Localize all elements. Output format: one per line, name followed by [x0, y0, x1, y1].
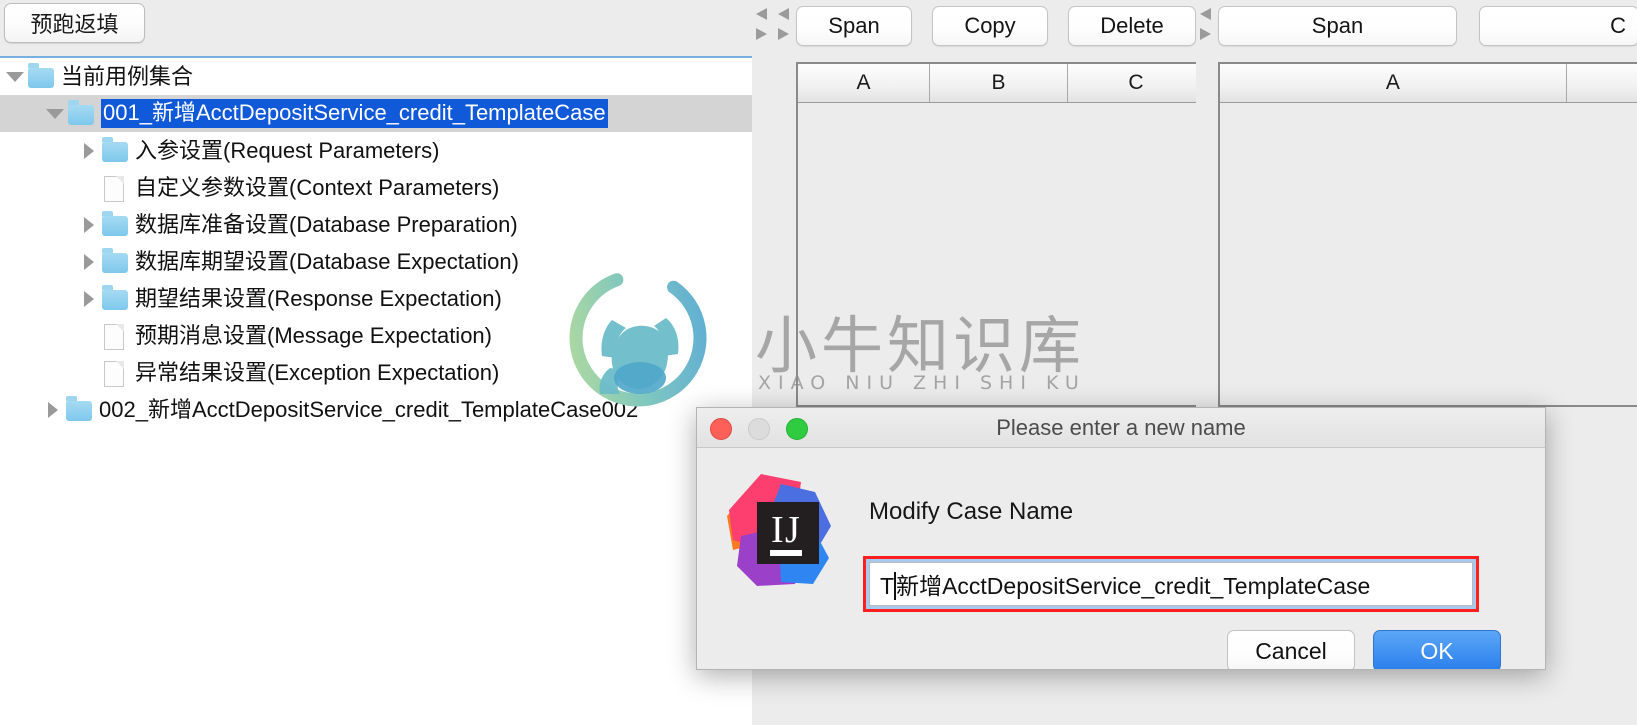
span-button-right[interactable]: Span [1218, 6, 1457, 46]
file-icon [100, 175, 130, 202]
chevron-right-icon[interactable] [78, 142, 100, 159]
chevron-right-icon[interactable] [42, 401, 64, 418]
ok-button[interactable]: OK [1373, 630, 1501, 669]
tree-item-label: 当前用例集合 [61, 63, 194, 89]
left-toolbar: 预跑返填 [0, 0, 752, 56]
dialog-title: Please enter a new name [996, 415, 1246, 440]
file-icon [100, 360, 130, 387]
app-window: 预跑返填 当前用例集合 001_新增AcctDepositService_cre… [0, 0, 1637, 725]
case-tree[interactable]: 当前用例集合 001_新增AcctDepositService_credit_T… [0, 56, 752, 725]
chevron-right-icon[interactable] [78, 253, 100, 270]
span-button[interactable]: Span [796, 6, 912, 46]
folder-icon [100, 210, 130, 238]
folder-icon [66, 99, 96, 127]
case-tree-panel: 预跑返填 当前用例集合 001_新增AcctDepositService_cre… [0, 0, 752, 725]
tree-row-case-001[interactable]: 001_新增AcctDepositService_credit_Template… [0, 95, 752, 132]
expand-middle-icon[interactable] [778, 28, 789, 40]
svg-text:J: J [785, 509, 800, 551]
tree-item-label: 自定义参数设置(Context Parameters) [135, 174, 500, 200]
input-text-before-caret: T [880, 573, 895, 599]
middle-grid-header: A B C [798, 64, 1204, 103]
copy-button[interactable]: Copy [932, 6, 1048, 46]
tree-item-label: 入参设置(Request Parameters) [135, 137, 440, 163]
case-name-input-text: T新增AcctDepositService_credit_TemplateCas… [880, 567, 1370, 601]
right-grid[interactable]: A [1218, 62, 1637, 407]
file-icon [100, 323, 130, 350]
prerun-refill-button[interactable]: 预跑返填 [4, 3, 145, 43]
tree-row-response-expectation[interactable]: 期望结果设置(Response Expectation) [0, 280, 752, 317]
delete-button[interactable]: Delete [1068, 6, 1196, 46]
tree-row-database-preparation[interactable]: 数据库准备设置(Database Preparation) [0, 206, 752, 243]
dialog-body: I J Modify Case Name T新增AcctDepositServi… [697, 448, 1545, 669]
column-header-b[interactable]: B [930, 64, 1068, 102]
tree-item-label: 001_新增AcctDepositService_credit_Template… [101, 99, 608, 128]
folder-icon [64, 395, 94, 423]
folder-icon [26, 62, 56, 90]
cancel-button[interactable]: Cancel [1227, 630, 1355, 669]
column-header-a[interactable]: A [798, 64, 930, 102]
folder-icon [100, 136, 130, 164]
chevron-right-icon[interactable] [78, 216, 100, 233]
right-panel-toolbar: Span C [1212, 0, 1637, 56]
rename-dialog: Please enter a new name I J Modify Case … [696, 407, 1546, 670]
svg-text:I: I [771, 509, 784, 551]
expand-right-icon[interactable] [1200, 28, 1211, 40]
splitter-left-arrows[interactable] [754, 6, 772, 50]
dialog-titlebar[interactable]: Please enter a new name [697, 408, 1545, 448]
tree-item-label: 异常结果设置(Exception Expectation) [135, 359, 500, 385]
copy-button-right[interactable]: C [1479, 6, 1637, 46]
folder-icon [100, 284, 130, 312]
expand-left-icon[interactable] [756, 28, 767, 40]
folder-icon [100, 247, 130, 275]
right-grid-body[interactable] [1220, 103, 1637, 405]
collapse-right-icon[interactable] [1200, 8, 1211, 20]
tree-row-case-002[interactable]: 002_新增AcctDepositService_credit_Template… [0, 391, 752, 428]
tree-item-label: 数据库期望设置(Database Expectation) [135, 248, 519, 274]
tree-item-label: 002_新增AcctDepositService_credit_Template… [99, 396, 639, 422]
tree-row-context-parameters[interactable]: 自定义参数设置(Context Parameters) [0, 169, 752, 206]
tree-item-label: 预期消息设置(Message Expectation) [135, 322, 492, 348]
middle-panel-toolbar: Span Copy Delete [790, 0, 1206, 56]
case-name-input[interactable]: T新增AcctDepositService_credit_TemplateCas… [866, 559, 1476, 609]
tree-item-label: 期望结果设置(Response Expectation) [135, 285, 502, 311]
chevron-right-icon[interactable] [78, 290, 100, 307]
column-header-c[interactable]: C [1068, 64, 1204, 102]
column-header-a[interactable]: A [1220, 64, 1567, 102]
input-text-after-caret: 新增AcctDepositService_credit_TemplateCase [896, 573, 1371, 599]
middle-grid-body[interactable] [798, 103, 1204, 405]
middle-grid[interactable]: A B C [796, 62, 1206, 407]
intellij-idea-icon: I J [727, 474, 831, 586]
tree-row-database-expectation[interactable]: 数据库期望设置(Database Expectation) [0, 243, 752, 280]
collapse-middle-icon[interactable] [778, 8, 789, 20]
tree-row-root[interactable]: 当前用例集合 [0, 58, 752, 95]
tree-row-message-expectation[interactable]: 预期消息设置(Message Expectation) [0, 317, 752, 354]
right-grid-header: A [1220, 64, 1637, 103]
collapse-left-icon[interactable] [756, 8, 767, 20]
tree-row-exception-expectation[interactable]: 异常结果设置(Exception Expectation) [0, 354, 752, 391]
chevron-down-icon[interactable] [44, 108, 66, 119]
dialog-message: Modify Case Name [869, 498, 1074, 525]
column-header-next[interactable] [1567, 64, 1637, 102]
chevron-down-icon[interactable] [4, 71, 26, 82]
tree-row-request-parameters[interactable]: 入参设置(Request Parameters) [0, 132, 752, 169]
tree-item-label: 数据库准备设置(Database Preparation) [135, 211, 518, 237]
